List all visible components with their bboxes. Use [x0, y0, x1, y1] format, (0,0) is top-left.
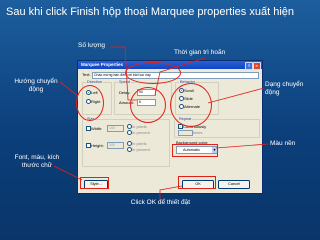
- line-click-ok: [159, 185, 183, 200]
- line-so-luong: [110, 46, 137, 101]
- line-huong-chuyen-dong: [59, 81, 79, 97]
- line-thoi-gian: [154, 57, 206, 96]
- line-font: [53, 165, 83, 181]
- line-mau-nen: [215, 143, 269, 149]
- connector-lines: [53, 46, 269, 200]
- line-dang-chuyen-dong: [207, 87, 265, 104]
